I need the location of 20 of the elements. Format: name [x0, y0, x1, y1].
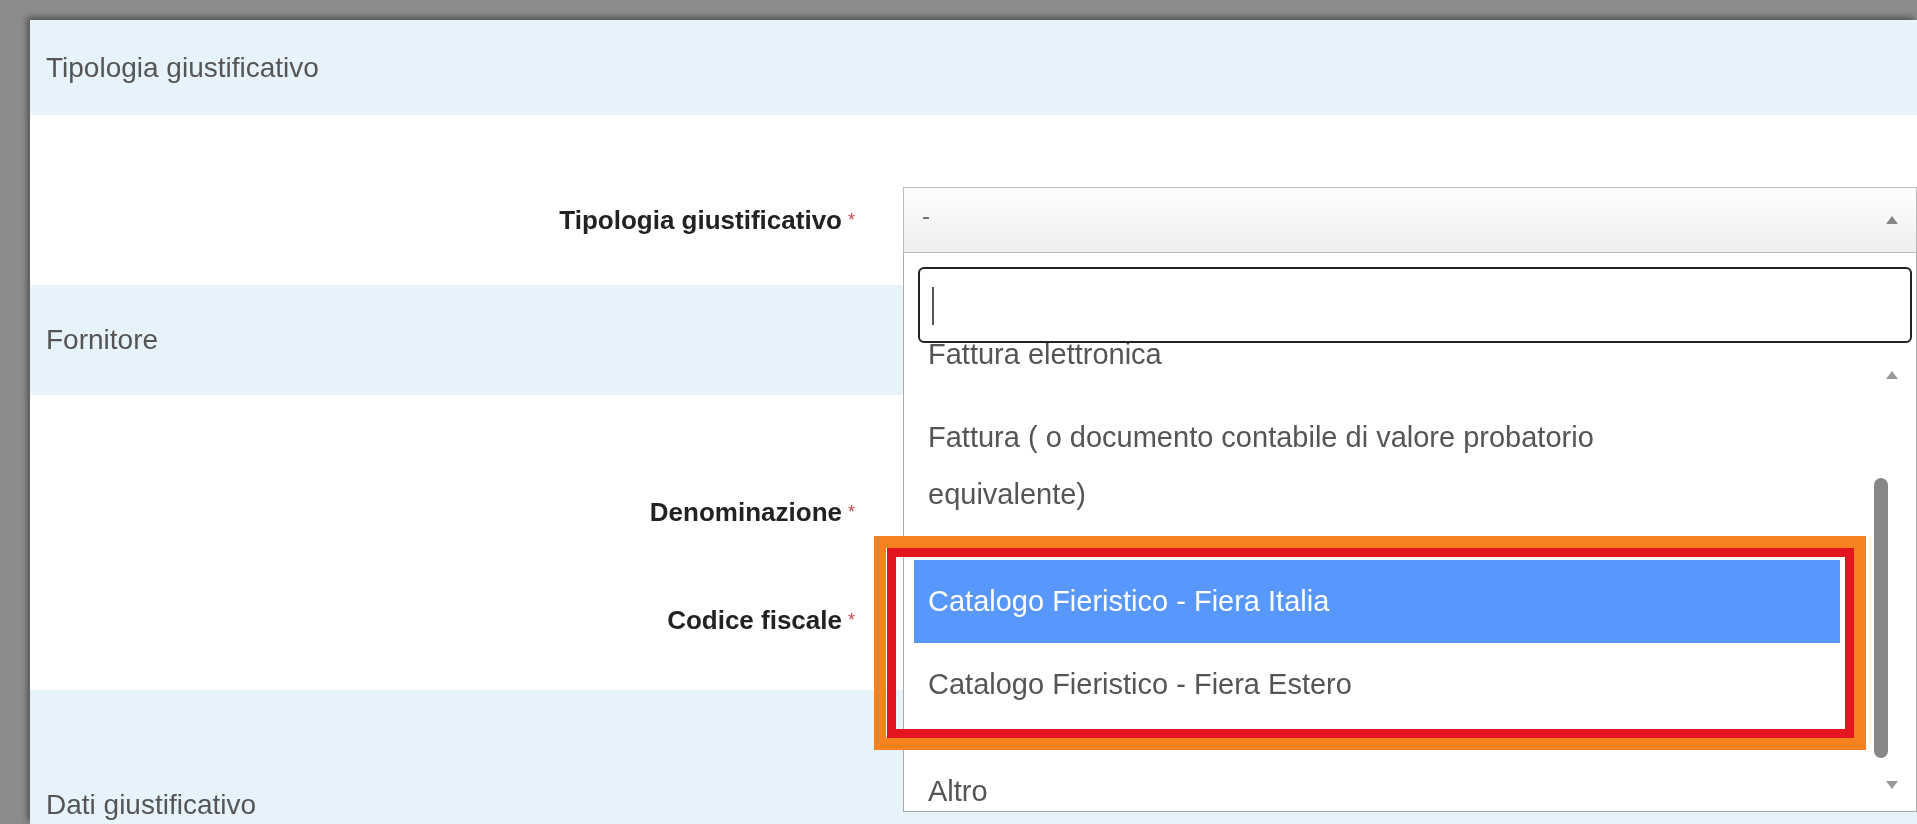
- dropdown-option[interactable]: Fattura elettronica: [914, 343, 1840, 396]
- dropdown-option[interactable]: Catalogo Fieristico - Fiera Estero: [914, 643, 1840, 726]
- section-title: Tipologia giustificativo: [46, 50, 319, 85]
- section-title: Fornitore: [46, 323, 159, 357]
- text-cursor: [932, 287, 934, 325]
- caret-icon: [1886, 216, 1898, 224]
- dropdown-option[interactable]: Fattura ( o documento contabile di valore probatorio equivalente): [914, 396, 1742, 536]
- scroll-down-icon[interactable]: [1886, 781, 1898, 789]
- dropdown-option[interactable]: Altro: [914, 750, 1840, 811]
- scroll-up-icon[interactable]: [1886, 371, 1898, 379]
- field-label: Codice fiscale: [667, 604, 842, 636]
- required-mark: *: [848, 209, 855, 231]
- select-field[interactable]: -: [903, 187, 1917, 253]
- field-label: Tipologia giustificativo: [559, 204, 842, 236]
- required-mark: *: [848, 609, 855, 631]
- field-label: Denominazione: [649, 496, 842, 528]
- required-mark: *: [848, 501, 855, 523]
- search-field[interactable]: [918, 267, 1912, 343]
- scrollbar-thumb[interactable]: [1874, 478, 1888, 758]
- section-title: Dati giustificativo: [46, 788, 257, 822]
